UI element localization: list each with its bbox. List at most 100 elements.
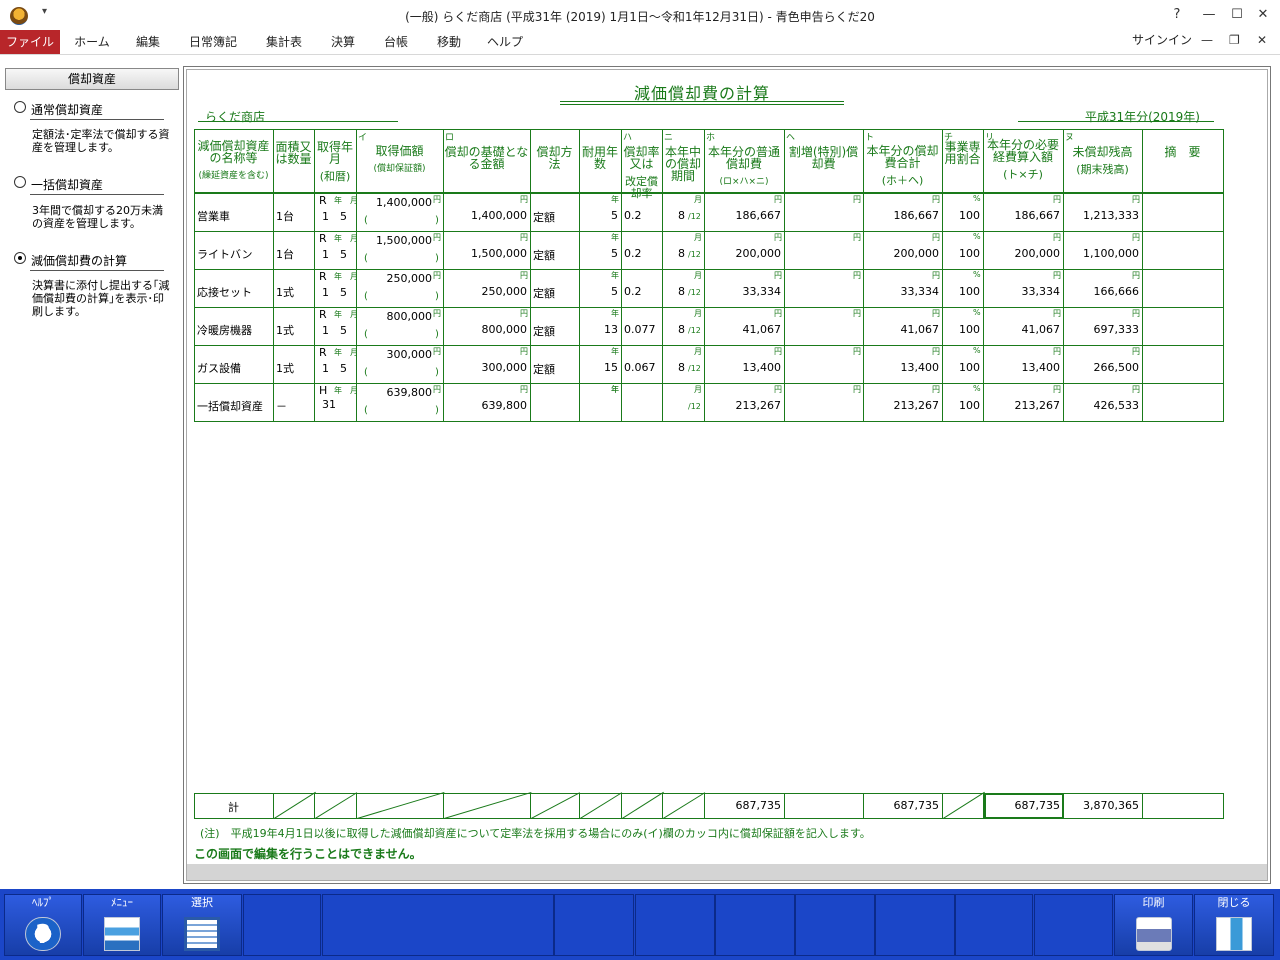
unit-label: % <box>973 384 981 393</box>
asset-name: 一括償却資産 <box>197 400 263 413</box>
guarantee-paren-close: ) <box>435 253 439 264</box>
acquire-date: 1 5 <box>322 286 347 299</box>
left-panel: 償却資産 通常償却資産 定額法･定率法で償却する資産を管理します。 一括償却資産… <box>0 63 180 885</box>
fkey-exit-door[interactable]: 閉じる <box>1194 894 1274 956</box>
unit-label: 円 <box>1132 347 1140 356</box>
tab-closing[interactable]: 決算 <box>322 30 364 54</box>
unit-label: % <box>973 308 981 317</box>
remaining-balance: 697,333 <box>1093 323 1140 336</box>
grid-line <box>273 129 274 422</box>
close-window-button[interactable]: ✕ <box>1253 5 1273 25</box>
option-label-lump-sum-assets[interactable]: 一括償却資産 <box>31 176 103 193</box>
edit-warning: この画面で編集を行うことはできません。 <box>194 847 422 861</box>
unit-label: 円 <box>774 309 782 318</box>
fkey-menu[interactable]: ﾒﾆｭｰ <box>83 894 161 956</box>
unit-label: 円 <box>1132 385 1140 394</box>
help-icon <box>25 917 61 952</box>
unit-label: 円 <box>520 385 528 394</box>
ribbon-close-button[interactable]: ✕ <box>1257 33 1267 47</box>
tab-daily-bookkeeping[interactable]: 日常簿記 <box>180 30 246 54</box>
unit-label: 円 <box>433 233 441 242</box>
fkey-blank[interactable] <box>795 894 875 956</box>
radio-depreciation-calc[interactable] <box>14 252 26 264</box>
tab-home[interactable]: ホーム <box>66 30 118 54</box>
tab-move[interactable]: 移動 <box>428 30 470 54</box>
grid-line <box>194 421 1223 422</box>
fkey-blank[interactable] <box>554 894 634 956</box>
selected-total-cell[interactable] <box>984 793 1064 819</box>
method: 定額 <box>533 211 555 224</box>
column-letter: ト <box>865 133 875 143</box>
fkey-help[interactable]: ﾍﾙﾌﾟ <box>4 894 82 956</box>
option-label-depreciation-calc[interactable]: 減価償却費の計算 <box>31 252 127 269</box>
grid-line <box>621 793 622 819</box>
column-header-sub: (ロ×ハ×ニ) <box>719 177 769 187</box>
unit-label: % <box>973 346 981 355</box>
radio-lump-sum-assets[interactable] <box>14 176 26 188</box>
acquire-date: 1 5 <box>322 210 347 223</box>
depreciation-total: 33,334 <box>900 285 940 298</box>
grid-line <box>942 793 943 819</box>
fkey-printer[interactable]: 印刷 <box>1114 894 1193 956</box>
help-question-button[interactable]: ? <box>1167 5 1187 25</box>
ribbon-minimize-button[interactable]: — <box>1201 33 1213 47</box>
maximize-button[interactable]: ☐ <box>1227 5 1247 25</box>
signin-link[interactable]: サインイン <box>1132 30 1192 50</box>
expense-amount: 41,067 <box>1021 323 1061 336</box>
tab-file[interactable]: ファイル <box>0 30 60 54</box>
tab-ledger[interactable]: 台帳 <box>374 30 418 54</box>
grid-line <box>443 129 444 422</box>
column-letter: ヌ <box>1065 133 1075 143</box>
depreciation-table: 減価償却資産の名称等 (繰延資産を含む) 面積又は数量 取得年月 (和暦) イ取得価額 (償… <box>194 129 1224 422</box>
title-underline <box>560 101 844 102</box>
horizontal-scrollbar[interactable] <box>187 864 1267 880</box>
unit-label: 円 <box>774 195 782 204</box>
fkey-blank[interactable] <box>1034 894 1113 956</box>
fkey-blank[interactable] <box>322 894 554 956</box>
per-12-unit: /12 <box>688 326 701 335</box>
expense-amount: 13,400 <box>1021 361 1061 374</box>
total-remaining: 3,870,365 <box>1083 799 1139 812</box>
unit-label: 円 <box>1053 347 1061 356</box>
unit-label: 円 <box>853 195 861 204</box>
tab-help[interactable]: ヘルプ <box>480 30 530 54</box>
column-header-label: 取得価額 <box>375 144 424 158</box>
unit-label: 円 <box>774 233 782 242</box>
expense-amount: 213,267 <box>1014 399 1061 412</box>
column-header: 耐用年数 <box>580 146 620 170</box>
blank-slash <box>943 792 985 819</box>
minimize-button[interactable]: — <box>1199 5 1219 25</box>
fkey-blank[interactable] <box>875 894 955 956</box>
ribbon-restore-button[interactable]: ❐ <box>1229 33 1240 47</box>
column-letter: イ <box>358 133 368 143</box>
unit-label: 円 <box>1132 271 1140 280</box>
normal-depreciation: 213,267 <box>735 399 782 412</box>
guarantee-paren-close: ) <box>435 329 439 340</box>
unit-label: 円 <box>1053 233 1061 242</box>
fkey-blank[interactable] <box>715 894 795 956</box>
column-header: 事業専用割合 <box>943 141 982 165</box>
fkey-blank[interactable] <box>635 894 715 956</box>
rate: 0.077 <box>624 323 656 336</box>
guarantee-paren-open: ( <box>364 253 368 264</box>
unit-label: 円 <box>932 347 940 356</box>
tab-summary[interactable]: 集計表 <box>256 30 312 54</box>
column-header-sub: (ホ＋ヘ) <box>881 174 924 187</box>
tab-edit[interactable]: 編集 <box>124 30 172 54</box>
acquisition-price: 300,000 <box>386 348 433 361</box>
option-label-normal-assets[interactable]: 通常償却資産 <box>31 101 103 118</box>
fkey-select[interactable]: 選択 <box>162 894 242 956</box>
fkey-blank[interactable] <box>243 894 321 956</box>
per-12-unit: /12 <box>688 250 701 259</box>
fkey-blank[interactable] <box>955 894 1033 956</box>
column-letter: ニ <box>664 133 674 143</box>
totals-row: 計 687,735 687,735 687,735 3,870,365 <box>194 792 1224 819</box>
grid-line <box>1223 793 1224 819</box>
unit-label: 年 <box>611 309 619 318</box>
unit-label: 月 <box>694 385 702 394</box>
blank-slash <box>663 792 706 819</box>
radio-normal-assets[interactable] <box>14 101 26 113</box>
unit-label: 円 <box>853 347 861 356</box>
app-window: ▾ (一般) らくだ商店 (平成31年 (2019) 1月1日～令和1年12月3… <box>0 0 1280 960</box>
depreciation-base: 1,500,000 <box>471 247 527 260</box>
